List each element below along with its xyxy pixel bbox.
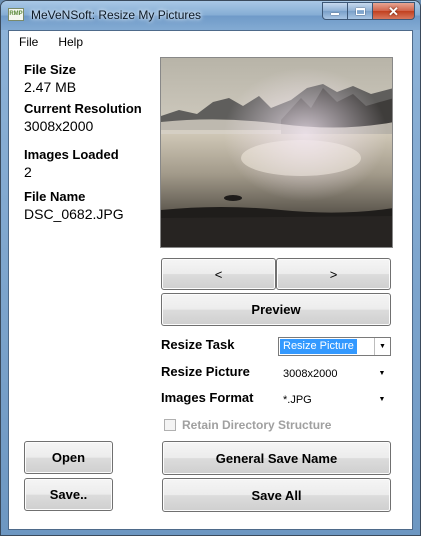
file-name-value: DSC_0682.JPG: [24, 206, 124, 222]
resize-task-select[interactable]: Resize Picture ▼: [278, 337, 391, 356]
window-title: MeVeNSoft: Resize My Pictures: [31, 8, 202, 22]
previous-button[interactable]: <: [161, 258, 276, 290]
resize-task-value: Resize Picture: [280, 339, 357, 354]
images-loaded-value: 2: [24, 164, 32, 180]
retain-directory-checkbox[interactable]: [164, 419, 176, 431]
menu-file[interactable]: File: [19, 35, 38, 49]
file-size-label: File Size: [24, 62, 77, 77]
file-size-value: 2.47 MB: [24, 79, 77, 95]
save-all-button[interactable]: Save All: [162, 478, 391, 512]
file-name-label: File Name: [24, 189, 86, 204]
images-format-label: Images Format: [161, 390, 254, 405]
resize-picture-select[interactable]: 3008x2000 ▼: [278, 364, 391, 383]
current-resolution-value: 3008x2000: [24, 118, 94, 134]
retain-directory-option: Retain Directory Structure: [164, 418, 331, 432]
chevron-down-icon: ▼: [378, 396, 386, 403]
maximize-icon: [355, 7, 365, 15]
resize-picture-label: Resize Picture: [161, 364, 250, 379]
images-format-select[interactable]: *.JPG ▼: [278, 390, 391, 409]
preview-image: [160, 57, 393, 248]
menu-help[interactable]: Help: [58, 35, 83, 49]
resize-picture-value: 3008x2000: [283, 368, 338, 380]
open-button[interactable]: Open: [24, 441, 113, 474]
menu-bar: File Help: [9, 31, 412, 53]
images-loaded-label: Images Loaded: [24, 147, 119, 162]
app-icon: RMP: [8, 8, 24, 21]
chevron-down-icon: ▼: [378, 370, 386, 377]
close-icon: ✕: [388, 3, 399, 19]
close-button[interactable]: ✕: [372, 2, 415, 20]
minimize-button[interactable]: [322, 2, 348, 20]
minimize-icon: [331, 13, 339, 15]
app-window: RMP MeVeNSoft: Resize My Pictures ✕ File…: [0, 0, 421, 536]
current-resolution-label: Current Resolution: [24, 101, 142, 116]
save-button[interactable]: Save..: [24, 478, 113, 511]
images-format-value: *.JPG: [283, 394, 312, 406]
chevron-down-icon: ▼: [374, 338, 390, 355]
landscape-photo: [161, 58, 392, 247]
preview-button[interactable]: Preview: [161, 293, 391, 326]
resize-task-label: Resize Task: [161, 337, 235, 352]
retain-directory-label: Retain Directory Structure: [182, 418, 332, 432]
next-button[interactable]: >: [276, 258, 391, 290]
client-area: File Help File Size 2.47 MB Current Reso…: [8, 30, 413, 530]
title-bar[interactable]: RMP MeVeNSoft: Resize My Pictures ✕: [1, 1, 420, 30]
general-save-name-button[interactable]: General Save Name: [162, 441, 391, 475]
maximize-button[interactable]: [347, 2, 373, 20]
